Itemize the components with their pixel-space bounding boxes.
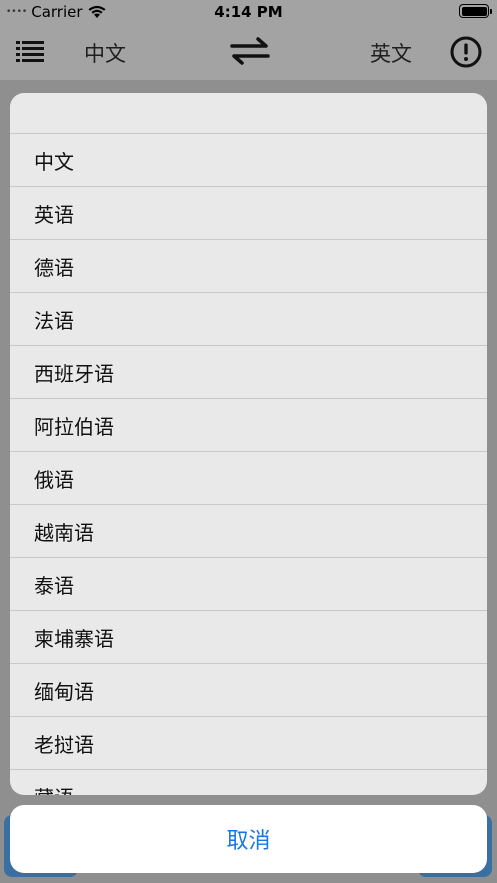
swap-arrows-icon[interactable] xyxy=(228,36,272,66)
status-bar: •••• Carrier 4:14 PM xyxy=(0,0,497,24)
target-language-button[interactable]: 英文 xyxy=(370,38,412,68)
language-option-french[interactable]: 法语 xyxy=(10,293,487,346)
language-option-german[interactable]: 德语 xyxy=(10,240,487,293)
battery-fill xyxy=(461,6,487,16)
exclamation-circle-icon[interactable] xyxy=(450,36,482,68)
language-option-arabic[interactable]: 阿拉伯语 xyxy=(10,399,487,452)
language-option-lao[interactable]: 老挝语 xyxy=(10,717,487,770)
sheet-header xyxy=(10,93,487,134)
list-icon[interactable] xyxy=(16,40,44,62)
status-time: 4:14 PM xyxy=(214,3,283,21)
language-option-english[interactable]: 英语 xyxy=(10,187,487,240)
battery-cap xyxy=(490,8,492,14)
language-option-khmer[interactable]: 柬埔寨语 xyxy=(10,611,487,664)
source-language-button[interactable]: 中文 xyxy=(84,38,126,68)
language-option-thai[interactable]: 泰语 xyxy=(10,558,487,611)
language-option-spanish[interactable]: 西班牙语 xyxy=(10,346,487,399)
cancel-button[interactable]: 取消 xyxy=(10,805,487,873)
language-option-russian[interactable]: 俄语 xyxy=(10,452,487,505)
language-option-vietnamese[interactable]: 越南语 xyxy=(10,505,487,558)
language-option-chinese[interactable]: 中文 xyxy=(10,134,487,187)
language-action-sheet: 中文 英语 德语 法语 西班牙语 阿拉伯语 俄语 越南语 泰语 柬埔寨语 缅甸语… xyxy=(10,93,487,795)
nav-bar: 中文 英文 xyxy=(0,24,497,80)
battery-icon xyxy=(459,4,492,18)
language-option-burmese[interactable]: 缅甸语 xyxy=(10,664,487,717)
language-option-tibetan[interactable]: 藏语 xyxy=(10,770,487,796)
